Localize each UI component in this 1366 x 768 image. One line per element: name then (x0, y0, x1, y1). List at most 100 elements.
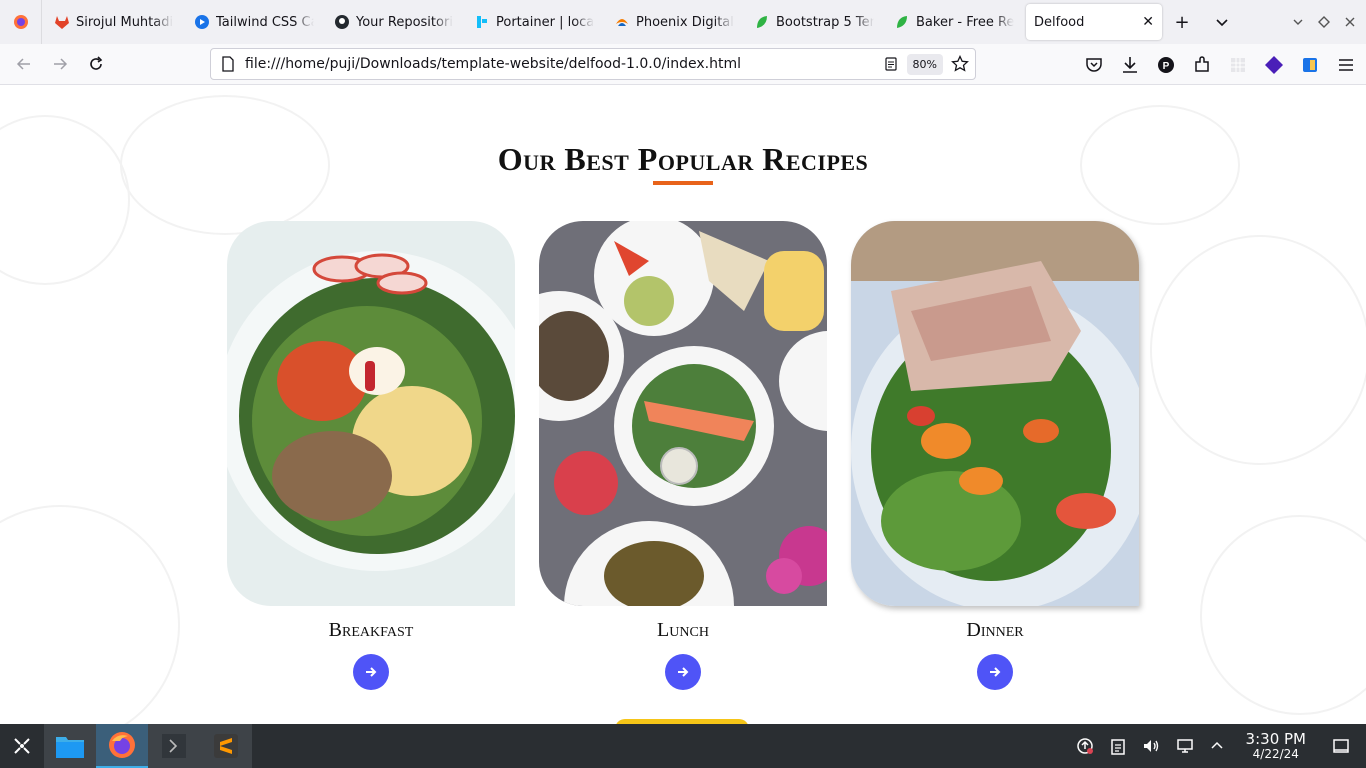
background-doodle (1150, 235, 1366, 465)
tab-portainer[interactable]: Portainer | loca (462, 4, 602, 40)
url-actions: 80% (883, 49, 969, 79)
arrow-right-icon (990, 667, 1001, 677)
update-notifier-icon[interactable] (1076, 737, 1094, 755)
chevron-down-icon (1216, 19, 1228, 27)
arrow-left-icon (16, 58, 30, 70)
card-title: Dinner (966, 619, 1024, 641)
clock-time: 3:30 PM (1245, 729, 1306, 748)
taskbar-firefox[interactable] (96, 724, 148, 768)
tab-bootstrap[interactable]: Bootstrap 5 Ten (742, 4, 882, 40)
diamond-extension-icon[interactable] (1264, 55, 1284, 75)
close-window-icon[interactable] (1344, 16, 1356, 28)
downloads-icon[interactable] (1120, 55, 1140, 75)
leaf-icon (897, 16, 907, 28)
profile-p-icon[interactable]: P (1156, 55, 1176, 75)
svg-text:P: P (1163, 61, 1170, 72)
background-doodle (0, 505, 180, 724)
list-all-tabs-button[interactable] (1202, 4, 1242, 40)
sublime-text-icon (214, 734, 238, 758)
recipe-card-breakfast: Breakfast (227, 221, 515, 690)
github-icon (335, 15, 349, 29)
arrow-right-icon (366, 667, 377, 677)
taskbar-terminal[interactable] (148, 724, 200, 768)
recipe-card-dinner: Dinner (851, 221, 1139, 690)
tab-github[interactable]: Your Repositori (322, 4, 462, 40)
tab-title: Bootstrap 5 Ten (776, 14, 874, 30)
lunch-arrow-button[interactable] (665, 654, 701, 690)
bookmark-star-icon[interactable] (951, 55, 969, 73)
breakfast-arrow-button[interactable] (353, 654, 389, 690)
tab-title: Tailwind CSS Ca (216, 14, 314, 30)
hamburger-menu-icon[interactable] (1336, 55, 1356, 75)
tab-phoenix[interactable]: Phoenix Digital (602, 4, 742, 40)
tab-tailwind[interactable]: Tailwind CSS Ca (182, 4, 322, 40)
zoom-level-button[interactable]: 80% (906, 53, 943, 75)
dinner-image (851, 221, 1139, 606)
sidebar-extension-icon[interactable] (1300, 55, 1320, 75)
web-page: Our Best Popular Recipes Breakfast Lunch… (0, 85, 1366, 724)
taskbar-file-manager[interactable] (44, 724, 96, 768)
gitlab-icon (55, 16, 69, 29)
address-bar[interactable]: file:///home/puji/Downloads/template-web… (210, 48, 976, 80)
launcher-icon (14, 738, 30, 754)
portainer-icon (477, 16, 487, 28)
taskbar: 3:30 PM 4/22/24 (0, 724, 1366, 768)
folder-icon (56, 737, 84, 758)
section-title: Our Best Popular Recipes (497, 141, 869, 177)
network-icon[interactable] (1176, 737, 1194, 755)
url-text[interactable]: file:///home/puji/Downloads/template-web… (245, 56, 741, 72)
close-tab-icon[interactable]: ✕ (1142, 14, 1154, 30)
volume-icon[interactable] (1142, 737, 1160, 755)
tab-gitlab[interactable]: Sirojul Muhtadi (42, 4, 182, 40)
clipboard-icon[interactable] (1110, 737, 1126, 755)
tab-title: Your Repositori (356, 14, 453, 30)
new-tab-button[interactable]: + (1162, 4, 1202, 40)
play-circle-icon (195, 15, 209, 29)
tab-baker[interactable]: Baker - Free Re (882, 4, 1022, 40)
back-button[interactable] (6, 48, 42, 80)
application-launcher[interactable] (0, 724, 44, 768)
dinner-arrow-button[interactable] (977, 654, 1013, 690)
reload-icon (90, 56, 103, 70)
card-title: Breakfast (328, 619, 414, 641)
window-controls (1292, 0, 1356, 44)
background-doodle (1200, 515, 1366, 715)
phoenix-icon (616, 19, 628, 26)
terminal-icon (162, 734, 186, 758)
firefox-view-button[interactable] (0, 0, 42, 44)
pocket-icon[interactable] (1084, 55, 1104, 75)
tab-title: Sirojul Muhtadi (76, 14, 174, 30)
tab-bar: Sirojul Muhtadi Tailwind CSS Ca Your Rep… (0, 0, 1366, 44)
recipe-card-lunch: Lunch (539, 221, 827, 690)
tab-title: Portainer | loca (496, 14, 594, 30)
grid-extension-icon[interactable] (1228, 55, 1248, 75)
toolbar-icons: P (1084, 44, 1356, 85)
leaf-icon (757, 16, 767, 28)
clock-date: 4/22/24 (1252, 746, 1299, 761)
system-tray: 3:30 PM 4/22/24 (1076, 724, 1366, 768)
firefox-icon (109, 732, 135, 758)
reload-button[interactable] (78, 48, 114, 80)
clock[interactable]: 3:30 PM 4/22/24 (1245, 729, 1306, 761)
chevron-up-icon[interactable] (1210, 739, 1224, 753)
tab-title: Delfood (1034, 14, 1085, 30)
tab-title: Baker - Free Re (916, 14, 1014, 30)
extensions-icon[interactable] (1192, 55, 1212, 75)
breakfast-image (227, 221, 515, 606)
arrow-right-icon (54, 58, 68, 70)
maximize-icon[interactable] (1318, 16, 1330, 28)
navigation-toolbar: file:///home/puji/Downloads/template-web… (0, 44, 1366, 85)
tab-title: Phoenix Digital (636, 14, 734, 30)
firefox-icon (13, 15, 28, 29)
tab-delfood[interactable]: Delfood ✕ (1026, 4, 1162, 40)
reader-view-icon[interactable] (883, 56, 899, 72)
lunch-image (539, 221, 827, 606)
card-title: Lunch (657, 619, 709, 641)
minimize-icon[interactable] (1292, 16, 1304, 28)
arrow-right-icon (678, 667, 689, 677)
title-underline (653, 181, 713, 185)
forward-button[interactable] (42, 48, 78, 80)
show-desktop-icon[interactable] (1332, 737, 1350, 755)
page-icon (222, 56, 234, 72)
taskbar-sublime-text[interactable] (200, 724, 252, 768)
